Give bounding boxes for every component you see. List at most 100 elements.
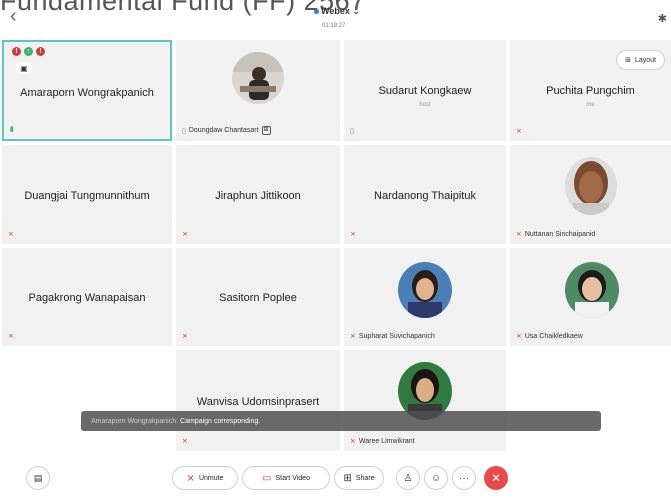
tile-footer: ⨯	[182, 332, 188, 340]
tile-footer: ⨯	[182, 230, 188, 238]
chat-button[interactable]: ▤	[26, 466, 50, 490]
layout-button-label: Layout	[634, 56, 656, 64]
participant-name: Amaraporn Wongrakpanich	[20, 87, 154, 99]
tile-footer: ⨯ Waree Limwikrant	[350, 437, 415, 446]
participant-name: Sasitorn Poplee	[219, 292, 297, 304]
microphone-icon: ▯	[182, 127, 186, 135]
reactions-button[interactable]: ☺	[424, 466, 448, 490]
participant-tile[interactable]: Wanvisa Udomsinprasert ⨯	[176, 350, 340, 451]
status-badge: !	[12, 47, 21, 56]
microphone-muted-icon: ⨯	[182, 333, 188, 340]
chevron-left-icon[interactable]: ‹	[10, 6, 17, 26]
participant-name: Pagakrong Wanapaisan	[28, 292, 146, 304]
tile-footer: ▮	[10, 125, 14, 133]
participant-avatar	[565, 157, 617, 215]
participant-tile[interactable]: ⨯ Usa Chaikledkaew	[510, 248, 671, 346]
tile-footer: ⨯	[182, 437, 188, 445]
participant-tile[interactable]: Sasitorn Poplee ⨯	[176, 248, 340, 346]
participant-tile[interactable]: ! ↑ ! ▣ Amaraporn Wongrakpanich ▮	[2, 40, 172, 141]
share-label: Share	[355, 474, 375, 482]
participant-tile[interactable]: ⨯ Nuttanan Sinchaipanid	[510, 145, 671, 244]
unmute-label: Unmute	[198, 474, 224, 482]
participant-name: Supharat Suvichapanich	[358, 332, 435, 340]
participant-tile[interactable]: ⨯ Waree Limwikrant	[344, 350, 506, 451]
participant-role: host	[419, 102, 431, 108]
participant-name: Nardanong Thaipituk	[374, 190, 476, 202]
tile-footer: ⨯	[350, 230, 356, 238]
camera-icon[interactable]: ▣	[16, 62, 32, 74]
participant-name: Waree Limwikrant	[358, 437, 415, 445]
participant-name: Puchita Pungchim	[546, 85, 635, 97]
participants-icon: ♙	[403, 472, 413, 484]
caption-text: Campaign corresponding.	[180, 417, 261, 425]
caption-speaker: Amaraporn Wongrakpanich:	[91, 417, 179, 425]
microphone-icon: ▮	[10, 126, 14, 133]
start-video-label: Start Video	[275, 474, 310, 482]
tile-footer: ⨯	[516, 127, 522, 135]
screen-share-icon: ⊞	[261, 126, 271, 135]
share-icon: ⊞	[343, 472, 352, 484]
microphone-muted-icon: ⨯	[8, 333, 14, 340]
layout-icon: ⊞	[625, 57, 631, 64]
tile-footer: ▯	[350, 127, 354, 135]
participant-avatar	[232, 52, 284, 104]
reactions-icon: ☺	[430, 472, 442, 484]
participant-role: me	[586, 102, 595, 108]
more-icon: ···	[459, 472, 469, 484]
microphone-muted-icon: ⨯	[182, 231, 188, 238]
microphone-muted-icon: ⨯	[182, 438, 188, 445]
participant-name: Jiraphun Jittikoon	[215, 190, 301, 202]
microphone-muted-icon: ⨯	[350, 231, 356, 238]
participant-tile[interactable]: ⊞ Layout Puchita Pungchim me ⨯	[510, 40, 671, 141]
microphone-muted-icon: ⨯	[516, 333, 522, 340]
participant-name: Nuttanan Sinchaipanid	[524, 230, 596, 238]
status-badges: ! ↑ !	[12, 47, 45, 56]
live-caption: Amaraporn Wongrakpanich: Campaign corres…	[81, 411, 601, 431]
microphone-muted-icon: ⨯	[516, 231, 522, 238]
participant-avatar	[565, 262, 619, 318]
microphone-muted-icon: ⨯	[516, 128, 522, 135]
tile-footer: ⨯ Usa Chaikledkaew	[516, 332, 583, 341]
more-button[interactable]: ···	[452, 466, 476, 490]
participant-tile[interactable]: Jiraphun Jittikoon ⨯	[176, 145, 340, 244]
status-badge: ↑	[24, 47, 33, 56]
participant-name: Wanvisa Udomsinprasert	[196, 396, 320, 408]
participant-name: Usa Chaikledkaew	[524, 332, 583, 340]
participant-name: Duangjai Tungmunnithum	[24, 190, 150, 202]
participant-tile[interactable]: Duangjai Tungmunnithum ⨯	[2, 145, 172, 244]
app-title: Webex	[321, 6, 350, 16]
participants-button[interactable]: ♙	[396, 466, 420, 490]
participant-tile[interactable]: ⨯ Supharat Suvichapanich	[344, 248, 506, 346]
participant-tile[interactable]: Sudarut Kongkaew host ▯	[344, 40, 506, 141]
webex-meeting-screen: Fundamental Fund (FF) 2567 ‹ Webex ⌄ 01:…	[0, 0, 671, 500]
close-icon: ✕	[490, 471, 502, 485]
share-button[interactable]: ⊞ Share	[334, 466, 384, 490]
status-badge: !	[36, 47, 45, 56]
meeting-timer: 01:19:27	[322, 23, 346, 29]
participant-tile[interactable]: Pagakrong Wanapaisan ⨯	[2, 248, 172, 346]
microphone-muted-icon: ⨯	[350, 333, 356, 340]
unmute-button[interactable]: ⨯ Unmute	[172, 466, 238, 490]
bluetooth-icon: ✱	[657, 13, 667, 25]
tile-footer: ▯ Doungdaw Chantasart ⊞	[182, 126, 271, 135]
end-call-button[interactable]: ✕	[484, 466, 508, 490]
microphone-icon: ▯	[350, 128, 354, 135]
microphone-muted-icon: ⨯	[186, 472, 195, 484]
webex-logo-icon	[314, 9, 319, 15]
start-video-button[interactable]: ▭ Start Video	[242, 466, 330, 490]
participant-tile[interactable]: ▯ Doungdaw Chantasart ⊞	[176, 40, 340, 141]
tile-footer: ⨯ Nuttanan Sinchaipanid	[516, 230, 596, 239]
layout-button[interactable]: ⊞ Layout	[616, 50, 665, 70]
participant-name: Sudarut Kongkaew	[378, 85, 472, 97]
meeting-title[interactable]: Webex ⌄	[314, 6, 360, 17]
microphone-muted-icon: ⨯	[350, 438, 356, 445]
participant-tile[interactable]: Nardanong Thaipituk ⨯	[344, 145, 506, 244]
tile-footer: ⨯	[8, 230, 14, 238]
participant-avatar	[398, 262, 452, 318]
tile-footer: ⨯	[8, 332, 14, 340]
microphone-muted-icon: ⨯	[8, 231, 14, 238]
tile-footer: ⨯ Supharat Suvichapanich	[350, 332, 435, 341]
chat-icon: ▤	[33, 472, 43, 483]
video-off-icon: ▭	[262, 472, 272, 484]
participant-name: Doungdaw Chantasart	[188, 127, 259, 134]
